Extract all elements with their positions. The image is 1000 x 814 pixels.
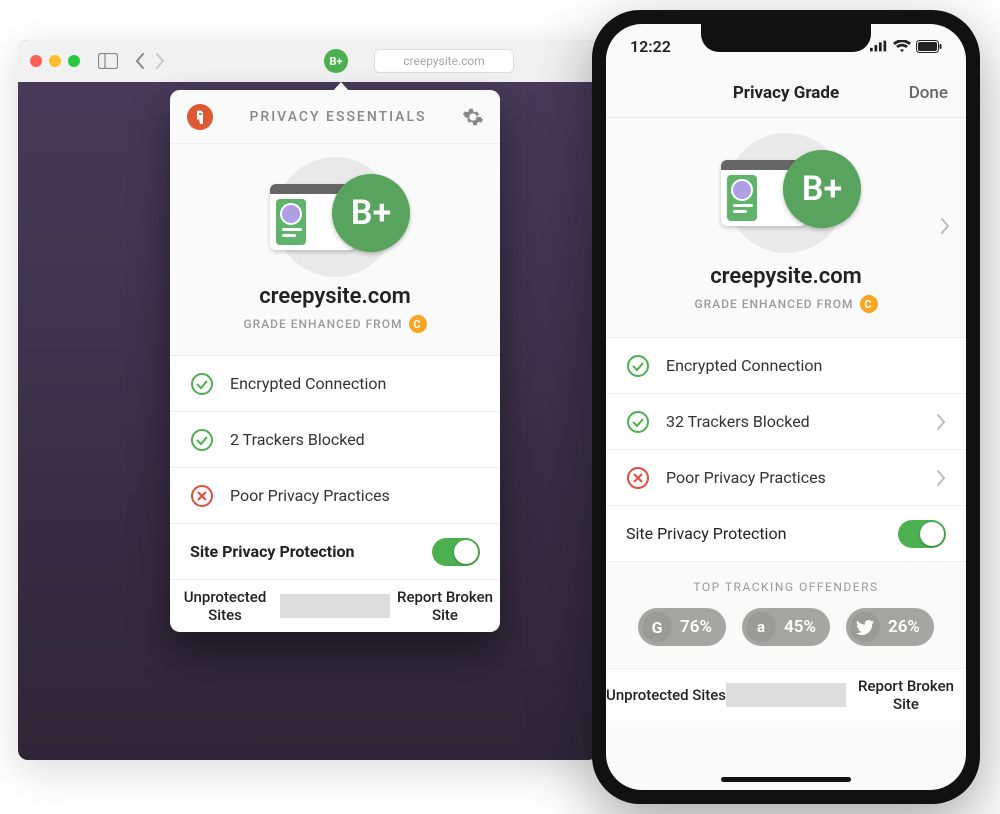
chevron-right-icon [936,413,946,431]
status-icons [870,40,942,53]
forward-icon[interactable] [154,52,166,70]
sidebar-icon[interactable] [98,53,118,69]
twitter-icon [850,612,880,642]
popup-footer: Unprotected Sites Report Broken Site [170,580,500,632]
popup-pointer [332,82,350,92]
trackers-row[interactable]: 2 Trackers Blocked [170,412,500,468]
practices-row[interactable]: Poor Privacy Practices [170,468,500,524]
protection-toggle-label: Site Privacy Protection [626,524,898,543]
unprotected-sites-link[interactable]: Unprotected Sites [606,686,726,704]
protection-toggle[interactable] [432,538,480,566]
report-broken-site-link[interactable]: Report Broken Site [846,677,966,713]
original-grade-badge: C [409,315,427,333]
trackers-label: 32 Trackers Blocked [666,412,920,431]
divider [280,594,390,618]
offender-pct: 26% [888,617,920,637]
encryption-label: Encrypted Connection [230,374,386,393]
close-window-icon[interactable] [30,55,42,67]
sheet-nav-bar: Privacy Grade Done [606,68,966,118]
practices-label: Poor Privacy Practices [230,486,390,505]
protection-toggle-row: Site Privacy Protection [606,506,966,562]
address-bar[interactable]: creepysite.com [374,49,514,73]
encryption-row[interactable]: Encrypted Connection [606,338,966,394]
offender-pct: 76% [680,617,712,637]
privacy-popup: PRIVACY ESSENTIALS B+ creepysite.com GRA… [170,90,500,632]
cellular-icon [870,40,888,52]
status-time: 12:22 [630,37,671,56]
offender-pct: 45% [784,617,816,637]
protection-toggle[interactable] [898,520,946,548]
desktop-browser-window: B+ creepysite.com PRIVACY ESSENTIALS B+ [18,40,598,760]
grade-illustration: B+ [260,162,410,272]
check-circle-icon [626,354,650,378]
grade-badge: B+ [783,150,861,228]
fullscreen-window-icon[interactable] [68,55,80,67]
done-button[interactable]: Done [892,83,948,103]
site-domain: creepysite.com [606,264,966,289]
back-icon[interactable] [134,52,146,70]
encryption-label: Encrypted Connection [666,356,946,375]
site-domain: creepysite.com [170,284,500,309]
x-circle-icon [626,466,650,490]
google-icon: G [642,612,672,642]
protection-toggle-label: Site Privacy Protection [190,542,432,561]
x-circle-icon [190,484,214,508]
check-circle-icon [190,372,214,396]
original-grade-badge: C [860,295,878,313]
phone-notch [701,24,871,52]
offenders-row: G 76% a 45% 26% [606,608,966,646]
wifi-icon [893,40,911,53]
top-offenders-section: TOP TRACKING OFFENDERS G 76% a 45% [606,562,966,669]
grade-summary: B+ creepysite.com GRADE ENHANCED FROM C [170,144,500,356]
amazon-icon: a [746,612,776,642]
check-circle-icon [626,410,650,434]
check-circle-icon [190,428,214,452]
offender-pill[interactable]: G 76% [638,608,726,646]
offender-pill[interactable]: 26% [846,608,934,646]
duckduckgo-logo-icon [186,103,214,131]
popup-header: PRIVACY ESSENTIALS [170,90,500,144]
offender-pill[interactable]: a 45% [742,608,830,646]
grade-badge: B+ [332,174,410,252]
divider [726,683,846,707]
traffic-lights[interactable] [30,55,80,67]
phone-frame: 12:22 Privacy Grade Done [592,10,980,804]
sheet-title: Privacy Grade [680,83,892,103]
popup-title: PRIVACY ESSENTIALS [214,109,462,125]
protection-toggle-row: Site Privacy Protection [170,524,500,580]
grade-enhanced-line: GRADE ENHANCED FROM C [170,315,500,333]
report-broken-site-link[interactable]: Report Broken Site [390,588,500,624]
trackers-label: 2 Trackers Blocked [230,430,365,449]
offenders-title: TOP TRACKING OFFENDERS [606,580,966,594]
trackers-row[interactable]: 32 Trackers Blocked [606,394,966,450]
phone-screen: 12:22 Privacy Grade Done [606,24,966,790]
home-indicator[interactable] [721,777,851,782]
practices-label: Poor Privacy Practices [666,468,920,487]
chevron-right-icon [936,469,946,487]
toolbar-grade-badge[interactable]: B+ [324,49,348,73]
phone-grade-summary[interactable]: B+ creepysite.com GRADE ENHANCED FROM C [606,118,966,338]
chevron-right-icon [940,217,950,235]
unprotected-sites-link[interactable]: Unprotected Sites [170,588,280,624]
enhanced-prefix: GRADE ENHANCED FROM [694,297,853,311]
encryption-row[interactable]: Encrypted Connection [170,356,500,412]
gear-icon[interactable] [462,106,484,128]
enhanced-prefix: GRADE ENHANCED FROM [243,317,402,331]
practices-row[interactable]: Poor Privacy Practices [606,450,966,506]
browser-chrome-bar: B+ creepysite.com [18,40,598,82]
grade-enhanced-line: GRADE ENHANCED FROM C [606,295,966,313]
minimize-window-icon[interactable] [49,55,61,67]
navigation-arrows [134,52,166,70]
grade-illustration: B+ [711,138,861,248]
phone-footer: Unprotected Sites Report Broken Site [606,669,966,721]
battery-icon [916,40,942,53]
